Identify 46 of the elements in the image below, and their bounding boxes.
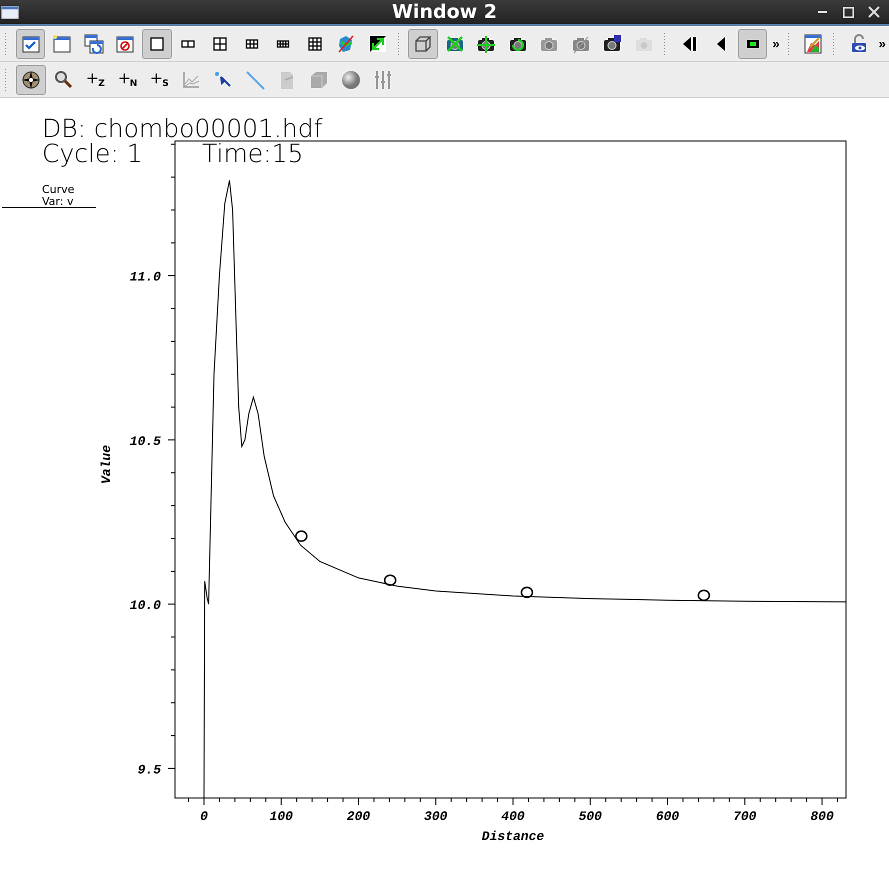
new-window-icon [51, 32, 74, 54]
tool-button[interactable] [142, 28, 172, 58]
legend-label: Var: v [42, 195, 74, 208]
tool-button[interactable] [738, 28, 768, 58]
tick-label: 100 [270, 809, 293, 824]
toolbar-handle[interactable] [4, 68, 8, 92]
tick-label: 10.5 [130, 434, 161, 449]
window-title: Window 2 [392, 1, 498, 23]
tick-label: 200 [346, 809, 370, 824]
minimize-icon [818, 11, 826, 13]
sliders-icon [372, 68, 394, 90]
sphere-icon [340, 68, 362, 90]
tool-button[interactable]: Z [80, 64, 110, 94]
palette-window-icon [802, 32, 824, 54]
tool-button[interactable] [16, 64, 46, 94]
compass-icon [20, 68, 42, 90]
toolbar-handle[interactable] [662, 32, 667, 56]
tick-label: 800 [810, 809, 834, 824]
overflow-button[interactable]: » [769, 36, 783, 51]
tick-label: 600 [656, 809, 680, 824]
tick-label: 400 [501, 809, 525, 824]
maximize-icon [842, 6, 854, 18]
tick-label: 500 [578, 809, 602, 824]
play-back-icon [717, 36, 726, 50]
tick-label: 9.5 [138, 762, 161, 778]
tick-label: 300 [424, 809, 448, 824]
line-icon [244, 68, 266, 90]
toolbar-handle[interactable] [396, 32, 400, 56]
tick-label: 700 [733, 809, 756, 824]
tool-button[interactable] [16, 28, 46, 58]
tick-label: 11.0 [130, 270, 161, 285]
toolbar-handle[interactable] [4, 32, 8, 56]
tool-button[interactable]: S [144, 64, 174, 94]
overflow-button[interactable]: » [876, 36, 889, 51]
windows-icon [82, 32, 105, 54]
zoom-icon [52, 68, 74, 90]
close-icon [868, 6, 880, 18]
tick-label: 0 [200, 809, 208, 824]
toolbar-handle[interactable] [832, 32, 836, 56]
axis-title: Value [99, 445, 114, 484]
axis-title: Distance [482, 829, 544, 844]
tick-label: 10.0 [130, 598, 161, 614]
tool-button[interactable]: N [112, 64, 142, 94]
toolbar-handle[interactable] [786, 32, 791, 56]
legend-title: Curve [42, 183, 74, 196]
tool-button[interactable] [408, 28, 438, 58]
